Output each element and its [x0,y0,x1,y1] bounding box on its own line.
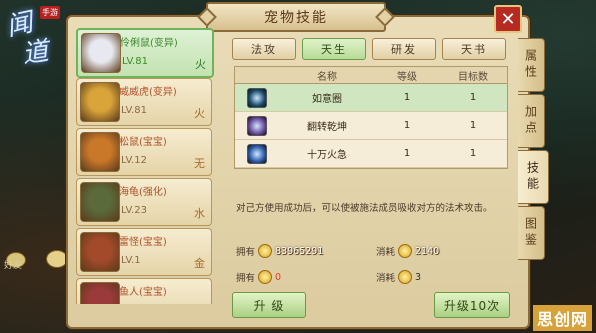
header-level: 等级 [397,71,417,83]
skill-table: 名称 等级 目标数 如意圈 1 1 翻转乾坤 1 1 十万火急 1 1 [234,66,508,169]
skill-description: 对己方使用成功后，可以使被施法成员吸收对方的法术攻击。 [236,203,493,214]
skill-name: 十万火急 [307,150,347,161]
friend-label[interactable]: 好友 [4,258,22,271]
tab-label: 法攻 [251,43,277,56]
pet-level: LV.81 [121,105,147,116]
item-icon [398,270,413,284]
pet-list-item[interactable]: 雷怪(宝宝) LV.1 金 [76,228,212,276]
pet-avatar [80,82,120,122]
side-tab-points[interactable]: 加点 [518,94,545,148]
pet-name: 雷怪(宝宝) [119,237,167,248]
skill-name: 如意圈 [312,94,342,105]
skill-row[interactable]: 如意圈 1 1 [235,84,507,112]
skill-icon [247,143,267,164]
tab-skill-book[interactable]: 天书 [442,38,506,60]
skill-targets: 1 [469,92,477,103]
skill-level: 1 [403,120,411,131]
skill-targets: 1 [469,148,477,159]
owned-label: 拥有 [236,247,256,258]
upgrade-10x-button[interactable]: 升级10次 [434,292,510,318]
coin-icon [398,244,413,258]
skill-icon [247,87,267,108]
cost-items: 消耗 3 [376,270,421,284]
logo-char-b: 道 [20,36,51,70]
cost-items-value: 3 [415,271,422,283]
skill-area: 法攻 天生 研发 天书 名称 等级 目标数 如意圈 1 1 翻转乾坤 1 1 十万火急 1 1 … [226,32,516,322]
pet-level: LV.1 [121,255,141,266]
skill-table-header: 名称 等级 目标数 [235,67,507,84]
close-button[interactable]: ✕ [494,5,522,33]
skill-level: 1 [403,92,411,103]
skill-row[interactable]: 十万火急 1 1 [235,140,507,168]
pet-avatar [80,182,120,222]
tab-research[interactable]: 研发 [372,38,436,60]
pet-element: 水 [194,207,205,220]
pet-level: LV.81 [122,56,148,67]
skill-row[interactable]: 翻转乾坤 1 1 [235,112,507,140]
skill-targets: 1 [469,120,477,131]
upgrade-button[interactable]: 升 级 [232,292,306,318]
pet-name: 海龟(强化) [119,187,167,198]
cost-label: 消耗 [376,273,396,284]
pet-name: 伶俐鼠(变异) [120,38,178,49]
pet-list-item[interactable]: 鱼人(宝宝) [76,278,212,304]
owned-items-value: 0 [275,271,282,283]
pet-name: 松鼠(宝宝) [119,137,167,148]
owned-items: 拥有 0 [236,270,281,284]
pet-avatar [81,33,121,73]
header-targets: 目标数 [458,71,488,83]
item-icon [258,270,273,284]
pet-avatar [80,132,120,172]
pet-name: 威威虎(变异) [119,87,177,98]
pet-element: 无 [194,157,205,170]
pet-element: 金 [194,257,205,270]
owned-label: 拥有 [236,273,256,284]
cost-label: 消耗 [376,247,396,258]
panel-title: 宠物技能 [206,2,386,32]
tab-label: 天书 [461,43,487,56]
emote-bubble-icon[interactable] [46,250,68,268]
pet-element: 火 [195,58,206,71]
pet-list-item[interactable]: 海龟(强化) LV.23 水 [76,178,212,226]
cost-coins-value: 2140 [415,245,440,257]
tab-label: 天生 [321,43,347,56]
skill-icon-cell [235,84,279,111]
pet-list-item[interactable]: 松鼠(宝宝) LV.12 无 [76,128,212,176]
tab-magic-attack[interactable]: 法攻 [232,38,296,60]
pet-avatar [80,282,120,304]
cost-coins: 消耗 2140 [376,244,439,258]
skill-level: 1 [403,148,411,159]
side-tab-skills[interactable]: 技能 [518,150,549,204]
owned-coins: 拥有 83965291 [236,244,323,258]
game-logo: 闻 道 手游 [2,2,64,74]
logo-tag: 手游 [40,6,60,19]
skill-icon [247,115,267,136]
skill-icon-cell [235,112,279,139]
pet-list[interactable]: 伶俐鼠(变异) LV.81 火威威虎(变异) LV.81 火松鼠(宝宝) LV.12 无海龟… [76,28,214,304]
pet-name: 鱼人(宝宝) [119,287,167,298]
header-icon-col [235,67,279,83]
side-tab-attributes[interactable]: 属性 [518,38,545,92]
header-name: 名称 [317,71,337,83]
pet-level: LV.12 [121,155,147,166]
tab-label: 研发 [391,43,417,56]
pet-element: 火 [194,107,205,120]
skill-name: 翻转乾坤 [307,122,347,133]
coin-icon [258,244,273,258]
pet-level: LV.23 [121,205,147,216]
owned-coins-value: 83965291 [275,245,324,257]
tab-innate[interactable]: 天生 [302,38,366,60]
pet-list-item[interactable]: 伶俐鼠(变异) LV.81 火 [76,28,214,78]
pet-list-item[interactable]: 威威虎(变异) LV.81 火 [76,78,212,126]
pet-avatar [80,232,120,272]
side-tab-catalog[interactable]: 图鉴 [518,206,545,260]
skill-icon-cell [235,140,279,167]
watermark-logo: 思创网 [532,305,592,331]
